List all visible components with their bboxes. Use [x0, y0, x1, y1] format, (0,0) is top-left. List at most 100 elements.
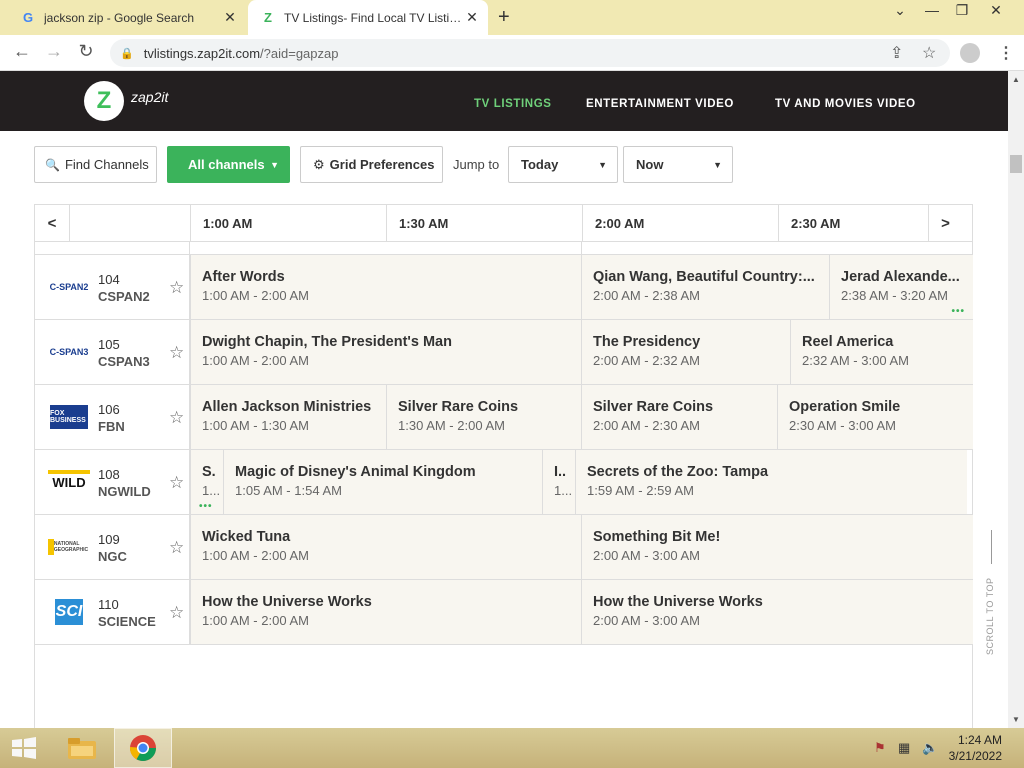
reload-icon[interactable]: ↻	[74, 41, 98, 62]
windows-taskbar: ⚑ ▦ 🔈 1:24 AM 3/21/2022	[0, 728, 1024, 768]
next-time-arrow-icon[interactable]: >	[928, 205, 962, 241]
zap2it-favicon-icon: Z	[264, 10, 272, 25]
program-time: 2:00 AM - 3:00 AM	[593, 548, 700, 563]
time-slot: 2:30 AM	[778, 205, 928, 241]
nav-tv-listings[interactable]: TV LISTINGS	[474, 98, 552, 110]
scroll-down-arrow-icon[interactable]: ▼	[1008, 715, 1024, 724]
tab-google-search[interactable]: G jackson zip - Google Search ✕	[8, 0, 246, 35]
network-icon[interactable]: ▦	[898, 740, 910, 756]
share-icon[interactable]: ⇪	[890, 43, 903, 63]
menu-kebab-icon[interactable]: ⋮	[998, 43, 1014, 63]
fox-business-logo-icon: FOX BUSINESS	[50, 405, 88, 429]
tab-tv-listings[interactable]: Z TV Listings- Find Local TV Listings ✕	[248, 0, 488, 35]
program-title: Silver Rare Coins	[593, 399, 714, 415]
program-cell[interactable]: S. 1... •••	[190, 450, 223, 514]
windows-start-icon[interactable]	[0, 728, 48, 768]
volume-muted-icon[interactable]: 🔈	[922, 740, 938, 756]
program-time: 2:30 AM - 3:00 AM	[789, 418, 896, 433]
program-title: Silver Rare Coins	[398, 399, 519, 415]
nav-tv-and-movies-video[interactable]: TV AND MOVIES VIDEO	[775, 98, 916, 110]
program-cell[interactable]: I.. 1...	[542, 450, 575, 514]
program-cell[interactable]: Dwight Chapin, The President's Man 1:00 …	[190, 320, 581, 384]
all-channels-dropdown[interactable]: All channels ▼	[167, 146, 290, 183]
program-cell[interactable]: Secrets of the Zoo: Tampa 1:59 AM - 2:59…	[575, 450, 967, 514]
chrome-taskbar-icon[interactable]	[114, 728, 172, 768]
zap2it-logo-icon[interactable]: Z	[84, 81, 124, 121]
action-center-flag-icon[interactable]: ⚑	[874, 740, 886, 756]
system-clock[interactable]: 1:24 AM 3/21/2022	[949, 732, 1002, 764]
profile-avatar-icon[interactable]	[960, 43, 980, 63]
new-tab-icon[interactable]: +	[498, 6, 510, 29]
channel-cell[interactable]: C-SPAN3 105 CSPAN3 ☆	[34, 320, 190, 384]
favorite-star-icon[interactable]: ☆	[169, 278, 184, 298]
tab-title: TV Listings- Find Local TV Listings	[284, 10, 462, 25]
channel-cell[interactable]: NATIONAL GEOGRAPHIC 109 NGC ☆	[34, 515, 190, 579]
channel-cell[interactable]: FOX BUSINESS 106 FBN ☆	[34, 385, 190, 449]
program-cell[interactable]: Silver Rare Coins 1:30 AM - 2:00 AM	[386, 385, 581, 449]
minimize-icon[interactable]: —	[916, 2, 948, 18]
favorite-star-icon[interactable]: ☆	[169, 538, 184, 558]
scroll-to-top-button[interactable]: SCROLL TO TOP	[982, 530, 1002, 670]
tab-search-chevron-icon[interactable]: ⌄	[884, 2, 916, 19]
program-title: Secrets of the Zoo: Tampa	[587, 464, 769, 480]
address-bar[interactable]: 🔒 tvlistings.zap2it.com/?aid=gapzap	[110, 39, 950, 67]
nav-entertainment-video[interactable]: ENTERTAINMENT VIDEO	[586, 98, 734, 110]
zap2it-logo-text[interactable]: zap2it	[131, 89, 168, 105]
scrollbar-thumb[interactable]	[1010, 155, 1022, 173]
favorite-star-icon[interactable]: ☆	[169, 473, 184, 493]
previous-time-arrow-icon[interactable]: <	[35, 205, 69, 241]
close-tab-icon[interactable]: ✕	[462, 9, 482, 26]
page-scrollbar[interactable]: ▲ ▼	[1008, 71, 1024, 728]
program-title: How the Universe Works	[202, 594, 372, 610]
lock-icon: 🔒	[120, 47, 134, 60]
program-title: Magic of Disney's Animal Kingdom	[235, 464, 476, 480]
program-cell[interactable]: Silver Rare Coins 2:00 AM - 2:30 AM	[581, 385, 777, 449]
program-cell[interactable]: Jerad Alexande... 2:38 AM - 3:20 AM •••	[829, 255, 973, 319]
tab-strip: G jackson zip - Google Search ✕ Z TV Lis…	[0, 0, 1024, 35]
program-cell[interactable]: How the Universe Works 1:00 AM - 2:00 AM	[190, 580, 581, 644]
program-title: Reel America	[802, 334, 894, 350]
file-explorer-icon[interactable]	[60, 728, 104, 768]
program-time: 1...	[202, 483, 221, 498]
day-dropdown[interactable]: Today ▼	[508, 146, 618, 183]
program-cell[interactable]: Allen Jackson Ministries 1:00 AM - 1:30 …	[190, 385, 386, 449]
nat-geo-wild-logo-icon: WILD	[48, 470, 90, 490]
close-tab-icon[interactable]: ✕	[220, 9, 240, 26]
channel-callsign: NGC	[98, 549, 127, 564]
program-cell[interactable]: Wicked Tuna 1:00 AM - 2:00 AM	[190, 515, 581, 579]
favorite-star-icon[interactable]: ☆	[169, 408, 184, 428]
program-cell[interactable]: Reel America 2:32 AM - 3:00 AM	[790, 320, 973, 384]
program-cell[interactable]: The Presidency 2:00 AM - 2:32 AM	[581, 320, 790, 384]
bookmark-star-icon[interactable]: ☆	[922, 43, 936, 63]
favorite-star-icon[interactable]: ☆	[169, 603, 184, 623]
caret-down-icon: ▼	[598, 159, 607, 170]
time-dropdown[interactable]: Now ▼	[623, 146, 733, 183]
program-cell[interactable]: Magic of Disney's Animal Kingdom 1:05 AM…	[223, 450, 542, 514]
program-cell[interactable]: After Words 1:00 AM - 2:00 AM	[190, 255, 581, 319]
favorite-star-icon[interactable]: ☆	[169, 343, 184, 363]
restore-icon[interactable]: ❐	[946, 2, 978, 19]
time-slot: 2:00 AM	[582, 205, 778, 241]
grid-preferences-label: Grid Preferences	[329, 157, 435, 172]
forward-icon[interactable]: →	[42, 41, 66, 62]
scroll-to-top-label: SCROLL TO TOP	[985, 577, 995, 655]
find-channels-button[interactable]: 🔍 Find Channels	[34, 146, 157, 183]
channel-cell[interactable]: SCI 110 SCIENCE ☆	[34, 580, 190, 644]
channel-cell[interactable]: WILD 108 NGWILD ☆	[34, 450, 190, 514]
search-icon: 🔍	[45, 157, 60, 172]
grid-spacer-row	[34, 242, 973, 255]
channel-number: 105	[98, 337, 120, 352]
program-cell[interactable]: How the Universe Works 2:00 AM - 3:00 AM	[581, 580, 973, 644]
program-cell[interactable]: Something Bit Me! 2:00 AM - 3:00 AM	[581, 515, 973, 579]
site-header: Z zap2it TV LISTINGS ENTERTAINMENT VIDEO…	[0, 71, 1008, 131]
program-cell[interactable]: Qian Wang, Beautiful Country:... 2:00 AM…	[581, 255, 829, 319]
national-geographic-logo-icon: NATIONAL GEOGRAPHIC	[48, 539, 88, 555]
time-slot: 1:30 AM	[386, 205, 582, 241]
program-cell[interactable]: Operation Smile 2:30 AM - 3:00 AM	[777, 385, 973, 449]
close-window-icon[interactable]: ✕	[980, 2, 1012, 19]
grid-preferences-button[interactable]: ⚙ Grid Preferences	[300, 146, 443, 183]
channel-cell[interactable]: C-SPAN2 104 CSPAN2 ☆	[34, 255, 190, 319]
channel-row-105: C-SPAN3 105 CSPAN3 ☆ Dwight Chapin, The …	[34, 320, 973, 385]
scroll-up-arrow-icon[interactable]: ▲	[1008, 75, 1024, 84]
back-icon[interactable]: ←	[10, 41, 34, 62]
